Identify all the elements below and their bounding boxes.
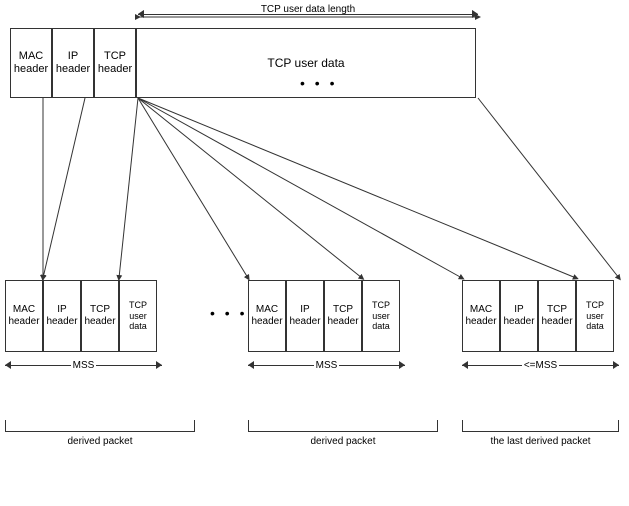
- mss-label-3: <=MSS: [522, 360, 559, 371]
- p3-ip-header: IP header: [500, 280, 538, 352]
- bracket-3: the last derived packet: [462, 420, 619, 447]
- p3-tcp-header: TCP header: [538, 280, 576, 352]
- p1-ip-header: IP header: [43, 280, 81, 352]
- tcp-length-arrow: [138, 14, 478, 15]
- original-packet: MAC header IP header TCP header TCP user…: [10, 28, 476, 98]
- p2-ip-header: IP header: [286, 280, 324, 352]
- network-diagram: TCP user data length MAC header IP heade…: [0, 0, 629, 506]
- bracket-label-1: derived packet: [5, 436, 195, 447]
- p2-mac-header: MAC header: [248, 280, 286, 352]
- bracket-label-3: the last derived packet: [462, 436, 619, 447]
- bracket-2: derived packet: [248, 420, 438, 447]
- top-tcp-header: TCP header: [94, 28, 136, 98]
- top-ip-header: IP header: [52, 28, 94, 98]
- p1-mac-header: MAC header: [5, 280, 43, 352]
- bracket-label-2: derived packet: [248, 436, 438, 447]
- p3-mac-header: MAC header: [462, 280, 500, 352]
- p3-tcp-data: TCP user data: [576, 280, 614, 352]
- p1-tcp-data: TCP user data: [119, 280, 157, 352]
- dots-top: • • •: [300, 75, 337, 91]
- mss-2: MSS: [248, 357, 405, 373]
- mss-label-1: MSS: [71, 360, 97, 371]
- dots-bottom: • • •: [210, 305, 247, 321]
- p2-tcp-data: TCP user data: [362, 280, 400, 352]
- top-mac-header: MAC header: [10, 28, 52, 98]
- bottom-packet-3: MAC header IP header TCP header TCP user…: [462, 280, 614, 352]
- bracket-1: derived packet: [5, 420, 195, 447]
- mss-3: <=MSS: [462, 357, 619, 373]
- p2-tcp-header: TCP header: [324, 280, 362, 352]
- p1-tcp-header: TCP header: [81, 280, 119, 352]
- mss-label-2: MSS: [314, 360, 340, 371]
- bottom-packet-2: MAC header IP header TCP header TCP user…: [248, 280, 400, 352]
- mss-1: MSS: [5, 357, 162, 373]
- bottom-packet-1: MAC header IP header TCP header TCP user…: [5, 280, 157, 352]
